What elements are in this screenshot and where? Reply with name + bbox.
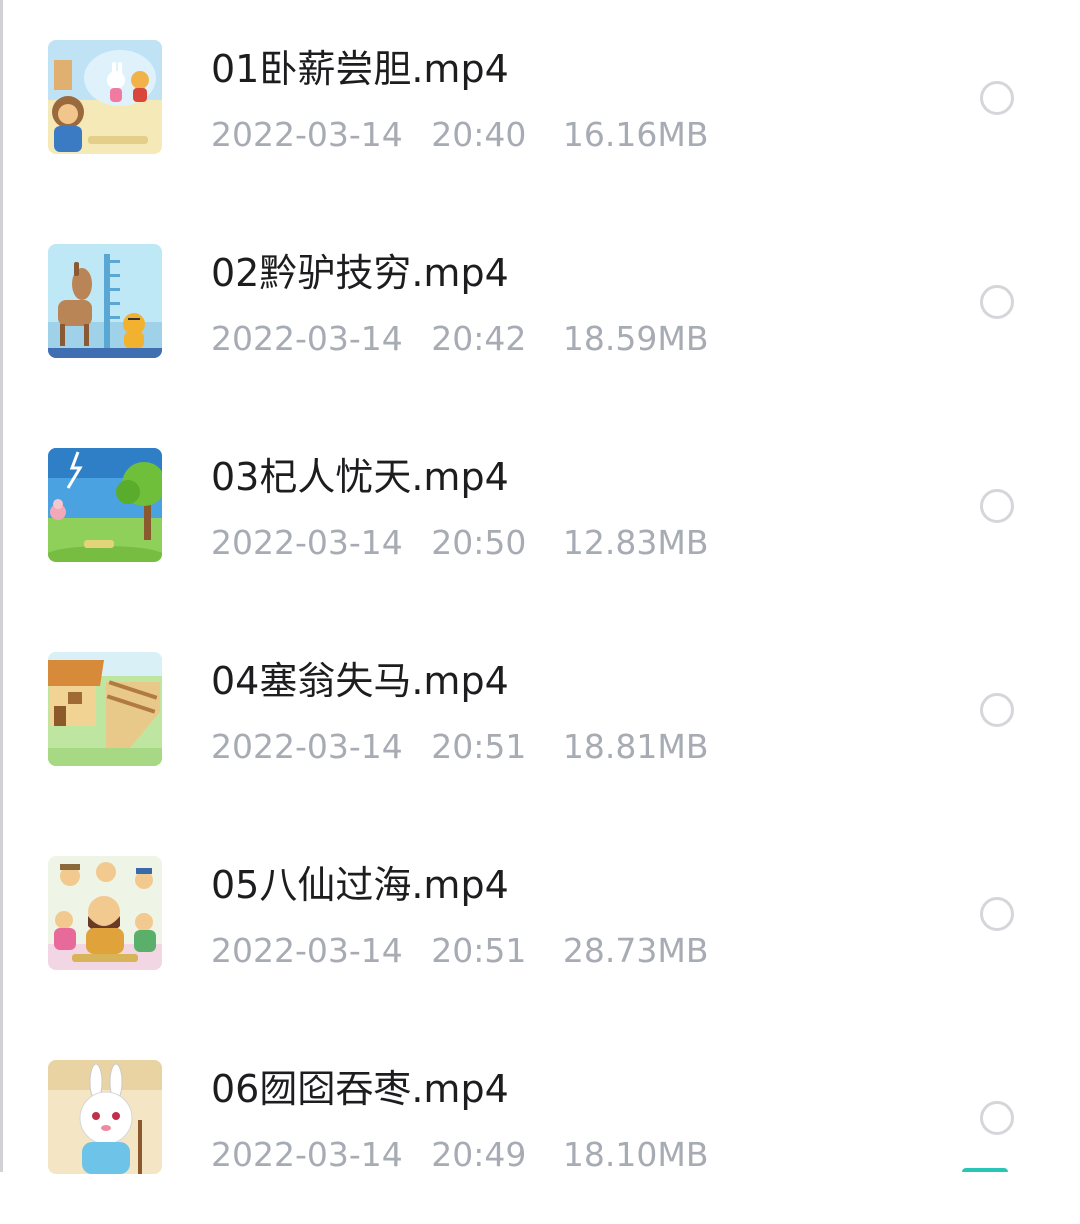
cartoon-thumbnail-icon (48, 652, 162, 766)
cartoon-thumbnail-icon (48, 856, 162, 970)
file-size: 16.16MB (563, 114, 709, 156)
select-radio[interactable] (980, 1101, 1014, 1135)
file-size: 18.81MB (563, 726, 709, 768)
file-name: 04塞翁失马.mp4 (211, 656, 509, 706)
file-date: 2022-03-14 (211, 522, 403, 564)
video-thumbnail (48, 448, 162, 562)
select-radio[interactable] (980, 81, 1014, 115)
file-meta: 2022-03-14 20:50 12.83MB (211, 522, 708, 564)
file-date: 2022-03-14 (211, 114, 403, 156)
file-time: 20:51 (431, 930, 526, 972)
file-date: 2022-03-14 (211, 318, 403, 360)
file-meta: 2022-03-14 20:40 16.16MB (211, 114, 708, 156)
file-name: 01卧薪尝胆.mp4 (211, 44, 509, 94)
file-meta: 2022-03-14 20:42 18.59MB (211, 318, 708, 360)
file-row[interactable]: 04塞翁失马.mp4 2022-03-14 20:51 18.81MB (0, 612, 1080, 816)
select-radio[interactable] (980, 285, 1014, 319)
cartoon-thumbnail-icon (48, 244, 162, 358)
file-row[interactable]: 03杞人忧天.mp4 2022-03-14 20:50 12.83MB (0, 408, 1080, 612)
video-file-list: 01卧薪尝胆.mp4 2022-03-14 20:40 16.16MB (0, 0, 1080, 1172)
file-row[interactable]: 05八仙过海.mp4 2022-03-14 20:51 28.73MB (0, 816, 1080, 1020)
cartoon-thumbnail-icon (48, 40, 162, 154)
file-meta: 2022-03-14 20:51 28.73MB (211, 930, 708, 972)
video-thumbnail (48, 652, 162, 766)
video-thumbnail (48, 856, 162, 970)
file-row[interactable]: 02黔驴技穷.mp4 2022-03-14 20:42 18.59MB (0, 204, 1080, 408)
file-meta: 2022-03-14 20:51 18.81MB (211, 726, 708, 768)
file-size: 18.59MB (563, 318, 709, 360)
video-thumbnail (48, 40, 162, 154)
file-time: 20:40 (431, 114, 526, 156)
file-date: 2022-03-14 (211, 930, 403, 972)
file-time: 20:42 (431, 318, 526, 360)
file-size: 18.10MB (563, 1134, 709, 1176)
file-name: 06囫囵吞枣.mp4 (211, 1064, 509, 1114)
file-date: 2022-03-14 (211, 726, 403, 768)
cartoon-thumbnail-icon (48, 448, 162, 562)
file-name: 03杞人忧天.mp4 (211, 452, 509, 502)
file-time: 20:51 (431, 726, 526, 768)
cartoon-thumbnail-icon (48, 1060, 162, 1174)
file-time: 20:50 (431, 522, 526, 564)
video-thumbnail (48, 244, 162, 358)
file-name: 02黔驴技穷.mp4 (211, 248, 509, 298)
file-meta: 2022-03-14 20:49 18.10MB (211, 1134, 708, 1176)
select-radio[interactable] (980, 489, 1014, 523)
video-thumbnail (48, 1060, 162, 1174)
file-size: 28.73MB (563, 930, 709, 972)
file-date: 2022-03-14 (211, 1134, 403, 1176)
select-radio[interactable] (980, 897, 1014, 931)
file-time: 20:49 (431, 1134, 526, 1176)
select-radio[interactable] (980, 693, 1014, 727)
file-size: 12.83MB (563, 522, 709, 564)
file-row[interactable]: 01卧薪尝胆.mp4 2022-03-14 20:40 16.16MB (0, 0, 1080, 204)
file-row[interactable]: 06囫囵吞枣.mp4 2022-03-14 20:49 18.10MB (0, 1020, 1080, 1224)
scroll-accent-bar (962, 1168, 1008, 1172)
file-name: 05八仙过海.mp4 (211, 860, 509, 910)
